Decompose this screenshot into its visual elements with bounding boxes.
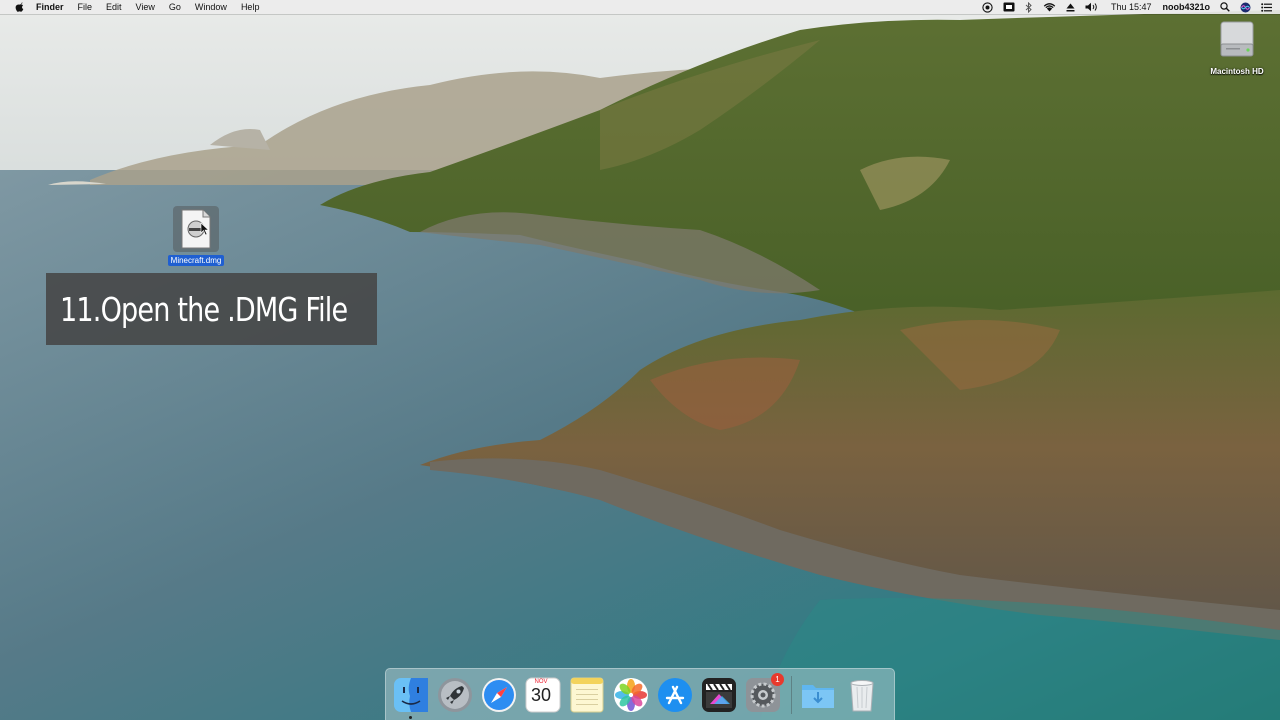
- menu-help[interactable]: Help: [241, 0, 260, 14]
- tutorial-step-caption: 11.Open the .DMG File: [46, 273, 377, 345]
- tutorial-step-text: 11.Open the .DMG File: [60, 289, 348, 329]
- finder-icon: [392, 676, 430, 714]
- system-preferences-badge: 1: [771, 672, 784, 686]
- trash-icon: [843, 676, 881, 714]
- menu-file[interactable]: File: [78, 0, 93, 14]
- bluetooth-icon[interactable]: [1025, 0, 1033, 14]
- macintosh-hd-label: Macintosh HD: [1210, 67, 1264, 76]
- disk-image-icon: [173, 206, 219, 252]
- minecraft-dmg-desktop-icon[interactable]: Minecraft.dmg: [160, 206, 232, 266]
- menu-bar-user[interactable]: noob4321o: [1162, 2, 1210, 12]
- siri-icon[interactable]: [1240, 0, 1251, 14]
- menu-bar-extras: Thu 15:47 noob4321o: [972, 0, 1280, 14]
- dock-notes[interactable]: [568, 676, 606, 714]
- volume-icon[interactable]: [1085, 0, 1099, 14]
- menu-bar-clock[interactable]: Thu 15:47: [1111, 2, 1152, 12]
- dock-launchpad[interactable]: [436, 676, 474, 714]
- app-store-icon: [656, 676, 694, 714]
- screen-recorder-icon[interactable]: [982, 0, 993, 14]
- menu-view[interactable]: View: [136, 0, 155, 14]
- launchpad-rocket-icon: [436, 676, 474, 714]
- menu-window[interactable]: Window: [195, 0, 227, 14]
- apple-icon[interactable]: [13, 2, 25, 12]
- notification-center-icon[interactable]: [1261, 0, 1272, 14]
- dock-finder[interactable]: [392, 676, 430, 719]
- dock-separator: [791, 675, 792, 714]
- menu-bar: Finder File Edit View Go Window Help Thu…: [0, 0, 1280, 14]
- dock-downloads[interactable]: [799, 676, 837, 714]
- dock-system-preferences[interactable]: 1: [744, 672, 784, 714]
- dock-final-cut-pro[interactable]: [700, 676, 738, 714]
- dock: NOV 30 1: [385, 668, 895, 720]
- hard-drive-icon: [1218, 20, 1256, 65]
- safari-compass-icon: [480, 676, 518, 714]
- menu-go[interactable]: Go: [169, 0, 181, 14]
- photos-flower-icon: [612, 676, 650, 714]
- dock-safari[interactable]: [480, 676, 518, 714]
- finder-running-indicator: [409, 715, 412, 719]
- clapperboard-icon: [700, 676, 738, 714]
- eject-icon[interactable]: [1066, 0, 1075, 14]
- menu-app-finder[interactable]: Finder: [36, 0, 64, 14]
- downloads-folder-icon: [799, 676, 837, 714]
- dock-photos[interactable]: [612, 676, 650, 714]
- desktop-wallpaper: [0, 0, 1280, 720]
- calendar-day: 30: [530, 684, 552, 705]
- macintosh-hd-desktop-icon[interactable]: Macintosh HD: [1206, 20, 1268, 76]
- spotlight-icon[interactable]: [1220, 0, 1230, 14]
- wifi-icon[interactable]: [1043, 0, 1056, 14]
- dock-app-store[interactable]: [656, 676, 694, 714]
- notes-icon: [568, 676, 606, 714]
- minecraft-dmg-label: Minecraft.dmg: [167, 255, 225, 266]
- display-icon[interactable]: [1003, 0, 1015, 14]
- menu-edit[interactable]: Edit: [106, 0, 122, 14]
- dock-trash[interactable]: [843, 676, 881, 714]
- dock-calendar[interactable]: NOV 30: [524, 676, 562, 714]
